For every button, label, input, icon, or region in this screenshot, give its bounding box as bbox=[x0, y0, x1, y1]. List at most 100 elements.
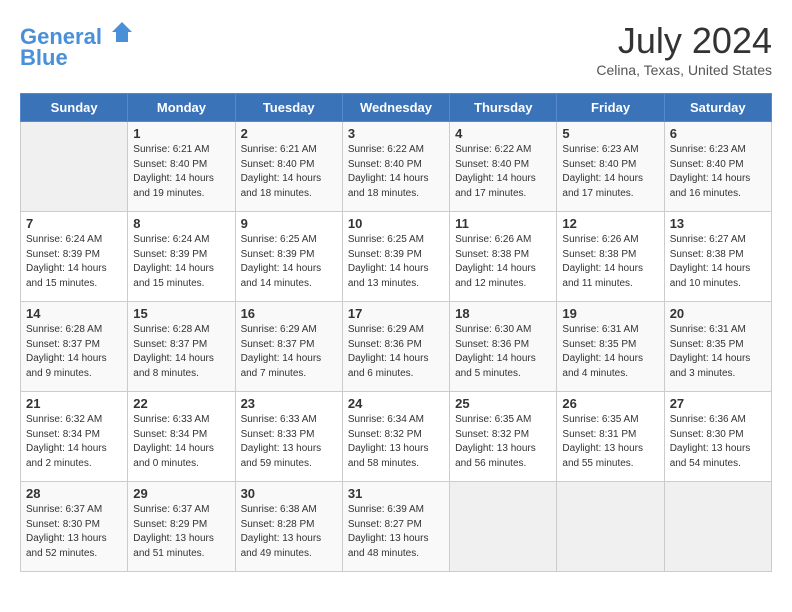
weekday-header-sunday: Sunday bbox=[21, 94, 128, 122]
day-number: 17 bbox=[348, 306, 444, 321]
day-info: Sunrise: 6:32 AMSunset: 8:34 PMDaylight:… bbox=[26, 413, 122, 471]
calendar-cell: 29 Sunrise: 6:37 AMSunset: 8:29 PMDayligh… bbox=[128, 482, 235, 572]
calendar-week-row: 7 Sunrise: 6:24 AMSunset: 8:39 PMDaylight… bbox=[21, 212, 772, 302]
calendar-table: SundayMondayTuesdayWednesdayThursdayFrid… bbox=[20, 93, 772, 572]
day-number: 16 bbox=[241, 306, 337, 321]
calendar-cell: 7 Sunrise: 6:24 AMSunset: 8:39 PMDaylight… bbox=[21, 212, 128, 302]
calendar-week-row: 21 Sunrise: 6:32 AMSunset: 8:34 PMDayligh… bbox=[21, 392, 772, 482]
day-number: 8 bbox=[133, 216, 229, 231]
day-number: 4 bbox=[455, 126, 551, 141]
day-number: 30 bbox=[241, 486, 337, 501]
day-info: Sunrise: 6:26 AMSunset: 8:38 PMDaylight:… bbox=[562, 233, 658, 291]
day-info: Sunrise: 6:35 AMSunset: 8:32 PMDaylight:… bbox=[455, 413, 551, 471]
day-info: Sunrise: 6:22 AMSunset: 8:40 PMDaylight:… bbox=[348, 143, 444, 201]
calendar-cell bbox=[557, 482, 664, 572]
calendar-cell: 30 Sunrise: 6:38 AMSunset: 8:28 PMDayligh… bbox=[235, 482, 342, 572]
calendar-cell: 21 Sunrise: 6:32 AMSunset: 8:34 PMDayligh… bbox=[21, 392, 128, 482]
day-info: Sunrise: 6:31 AMSunset: 8:35 PMDaylight:… bbox=[562, 323, 658, 381]
calendar-cell: 16 Sunrise: 6:29 AMSunset: 8:37 PMDayligh… bbox=[235, 302, 342, 392]
day-info: Sunrise: 6:33 AMSunset: 8:34 PMDaylight:… bbox=[133, 413, 229, 471]
day-info: Sunrise: 6:23 AMSunset: 8:40 PMDaylight:… bbox=[562, 143, 658, 201]
calendar-cell: 5Sunrise: 6:23 AMSunset: 8:40 PMDaylight… bbox=[557, 122, 664, 212]
day-info: Sunrise: 6:33 AMSunset: 8:33 PMDaylight:… bbox=[241, 413, 337, 471]
day-info: Sunrise: 6:28 AMSunset: 8:37 PMDaylight:… bbox=[26, 323, 122, 381]
day-number: 7 bbox=[26, 216, 122, 231]
calendar-cell: 19 Sunrise: 6:31 AMSunset: 8:35 PMDayligh… bbox=[557, 302, 664, 392]
day-info: Sunrise: 6:25 AMSunset: 8:39 PMDaylight:… bbox=[348, 233, 444, 291]
calendar-cell: 31Sunrise: 6:39 AMSunset: 8:27 PMDayligh… bbox=[342, 482, 449, 572]
day-number: 29 bbox=[133, 486, 229, 501]
day-number: 24 bbox=[348, 396, 444, 411]
calendar-cell bbox=[664, 482, 771, 572]
title-area: July 2024 Celina, Texas, United States bbox=[596, 20, 772, 78]
day-number: 11 bbox=[455, 216, 551, 231]
calendar-cell: 17 Sunrise: 6:29 AMSunset: 8:36 PMDayligh… bbox=[342, 302, 449, 392]
day-number: 2 bbox=[241, 126, 337, 141]
calendar-week-row: 28 Sunrise: 6:37 AMSunset: 8:30 PMDayligh… bbox=[21, 482, 772, 572]
day-number: 31 bbox=[348, 486, 444, 501]
calendar-cell: 3Sunrise: 6:22 AMSunset: 8:40 PMDaylight… bbox=[342, 122, 449, 212]
calendar-cell: 22Sunrise: 6:33 AMSunset: 8:34 PMDayligh… bbox=[128, 392, 235, 482]
calendar-cell: 23 Sunrise: 6:33 AMSunset: 8:33 PMDayligh… bbox=[235, 392, 342, 482]
day-info: Sunrise: 6:24 AMSunset: 8:39 PMDaylight:… bbox=[133, 233, 229, 291]
calendar-cell: 6 Sunrise: 6:23 AMSunset: 8:40 PMDaylight… bbox=[664, 122, 771, 212]
day-info: Sunrise: 6:25 AMSunset: 8:39 PMDaylight:… bbox=[241, 233, 337, 291]
calendar-cell: 13 Sunrise: 6:27 AMSunset: 8:38 PMDayligh… bbox=[664, 212, 771, 302]
day-number: 15 bbox=[133, 306, 229, 321]
calendar-cell: 26 Sunrise: 6:35 AMSunset: 8:31 PMDayligh… bbox=[557, 392, 664, 482]
calendar-cell: 10 Sunrise: 6:25 AMSunset: 8:39 PMDayligh… bbox=[342, 212, 449, 302]
weekday-header-monday: Monday bbox=[128, 94, 235, 122]
day-number: 9 bbox=[241, 216, 337, 231]
day-number: 6 bbox=[670, 126, 766, 141]
logo: General Blue bbox=[20, 20, 134, 71]
calendar-cell: 25 Sunrise: 6:35 AMSunset: 8:32 PMDayligh… bbox=[450, 392, 557, 482]
day-number: 10 bbox=[348, 216, 444, 231]
day-number: 19 bbox=[562, 306, 658, 321]
day-number: 20 bbox=[670, 306, 766, 321]
calendar-cell: 15 Sunrise: 6:28 AMSunset: 8:37 PMDayligh… bbox=[128, 302, 235, 392]
calendar-cell: 28 Sunrise: 6:37 AMSunset: 8:30 PMDayligh… bbox=[21, 482, 128, 572]
day-info: Sunrise: 6:37 AMSunset: 8:30 PMDaylight:… bbox=[26, 503, 122, 561]
location: Celina, Texas, United States bbox=[596, 62, 772, 78]
day-info: Sunrise: 6:23 AMSunset: 8:40 PMDaylight:… bbox=[670, 143, 766, 201]
day-number: 13 bbox=[670, 216, 766, 231]
weekday-header-friday: Friday bbox=[557, 94, 664, 122]
weekday-header-wednesday: Wednesday bbox=[342, 94, 449, 122]
day-number: 26 bbox=[562, 396, 658, 411]
day-info: Sunrise: 6:27 AMSunset: 8:38 PMDaylight:… bbox=[670, 233, 766, 291]
day-number: 12 bbox=[562, 216, 658, 231]
day-info: Sunrise: 6:36 AMSunset: 8:30 PMDaylight:… bbox=[670, 413, 766, 471]
month-title: July 2024 bbox=[596, 20, 772, 62]
day-info: Sunrise: 6:29 AMSunset: 8:36 PMDaylight:… bbox=[348, 323, 444, 381]
day-number: 25 bbox=[455, 396, 551, 411]
day-number: 28 bbox=[26, 486, 122, 501]
day-info: Sunrise: 6:22 AMSunset: 8:40 PMDaylight:… bbox=[455, 143, 551, 201]
day-info: Sunrise: 6:38 AMSunset: 8:28 PMDaylight:… bbox=[241, 503, 337, 561]
day-info: Sunrise: 6:35 AMSunset: 8:31 PMDaylight:… bbox=[562, 413, 658, 471]
day-info: Sunrise: 6:28 AMSunset: 8:37 PMDaylight:… bbox=[133, 323, 229, 381]
day-info: Sunrise: 6:37 AMSunset: 8:29 PMDaylight:… bbox=[133, 503, 229, 561]
day-number: 23 bbox=[241, 396, 337, 411]
day-info: Sunrise: 6:24 AMSunset: 8:39 PMDaylight:… bbox=[26, 233, 122, 291]
calendar-cell: 24 Sunrise: 6:34 AMSunset: 8:32 PMDayligh… bbox=[342, 392, 449, 482]
day-info: Sunrise: 6:29 AMSunset: 8:37 PMDaylight:… bbox=[241, 323, 337, 381]
calendar-cell: 14 Sunrise: 6:28 AMSunset: 8:37 PMDayligh… bbox=[21, 302, 128, 392]
day-info: Sunrise: 6:34 AMSunset: 8:32 PMDaylight:… bbox=[348, 413, 444, 471]
day-info: Sunrise: 6:21 AMSunset: 8:40 PMDaylight:… bbox=[133, 143, 229, 201]
weekday-header-saturday: Saturday bbox=[664, 94, 771, 122]
calendar-cell: 1 Sunrise: 6:21 AMSunset: 8:40 PMDaylight… bbox=[128, 122, 235, 212]
day-number: 1 bbox=[133, 126, 229, 141]
day-info: Sunrise: 6:26 AMSunset: 8:38 PMDaylight:… bbox=[455, 233, 551, 291]
calendar-cell bbox=[21, 122, 128, 212]
calendar-cell: 9 Sunrise: 6:25 AMSunset: 8:39 PMDaylight… bbox=[235, 212, 342, 302]
calendar-cell: 18Sunrise: 6:30 AMSunset: 8:36 PMDayligh… bbox=[450, 302, 557, 392]
calendar-week-row: 14 Sunrise: 6:28 AMSunset: 8:37 PMDayligh… bbox=[21, 302, 772, 392]
calendar-cell: 27Sunrise: 6:36 AMSunset: 8:30 PMDayligh… bbox=[664, 392, 771, 482]
day-number: 21 bbox=[26, 396, 122, 411]
calendar-week-row: 1 Sunrise: 6:21 AMSunset: 8:40 PMDaylight… bbox=[21, 122, 772, 212]
calendar-cell bbox=[450, 482, 557, 572]
page-header: General Blue July 2024 Celina, Texas, Un… bbox=[20, 20, 772, 78]
calendar-cell: 12 Sunrise: 6:26 AMSunset: 8:38 PMDayligh… bbox=[557, 212, 664, 302]
day-number: 14 bbox=[26, 306, 122, 321]
calendar-cell: 20Sunrise: 6:31 AMSunset: 8:35 PMDayligh… bbox=[664, 302, 771, 392]
